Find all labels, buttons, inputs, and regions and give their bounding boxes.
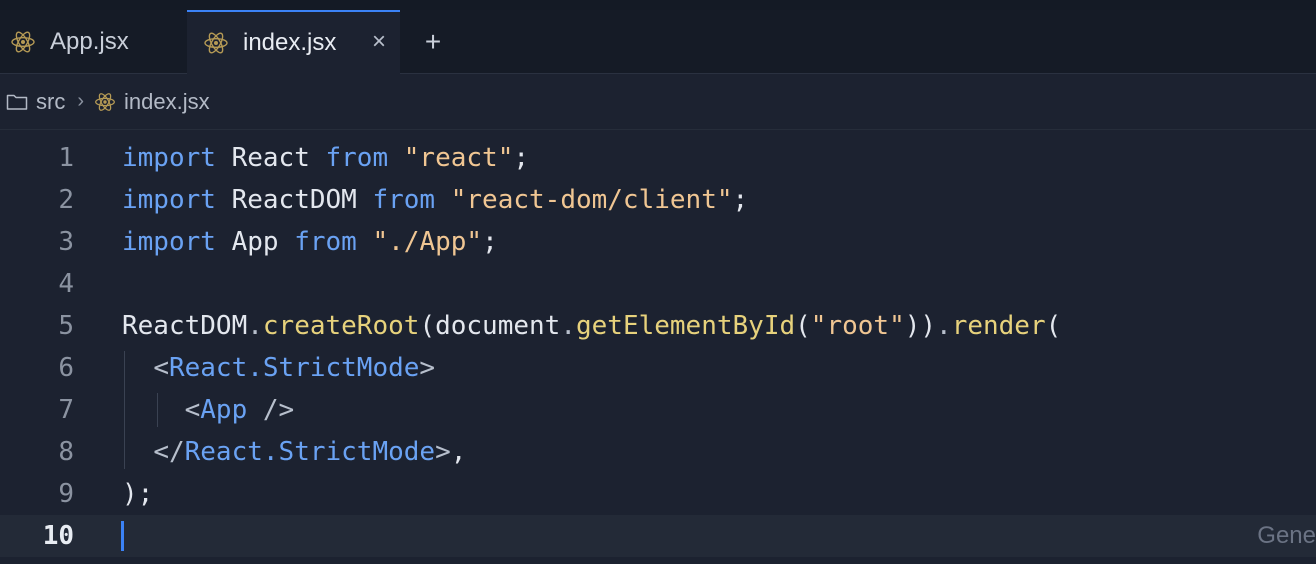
code-editor[interactable]: 1 import React from "react"; 2 import React… [0,137,1316,564]
text-cursor [121,521,124,551]
code-text: <React.StrictMode> [122,347,435,389]
indent-guide [157,393,158,427]
tab-label: App.jsx [50,27,129,55]
code-token: > [419,353,436,383]
line-number: 3 [58,227,74,257]
code-text: ReactDOM.createRoot(document.getElementB… [122,305,1061,347]
line-number: 2 [58,185,74,215]
code-token: "./App" [372,227,483,257]
code-token: (document [419,311,561,341]
code-token: . [247,311,263,341]
line-number: 8 [58,437,74,467]
code-line[interactable]: 8 </React.StrictMode>, [0,431,1316,473]
line-number: 1 [58,143,74,173]
breadcrumb-folder[interactable]: src [36,89,65,115]
react-icon [11,31,35,52]
code-line[interactable]: 7 <App /> [0,389,1316,431]
code-line[interactable]: 6 <React.StrictMode> [0,347,1316,389]
code-token: < [153,353,169,383]
code-token: React.StrictMode [184,437,436,467]
code-token: React.StrictMode [168,353,420,383]
line-number: 6 [58,353,74,383]
tab-label: index.jsx [243,29,337,56]
code-line[interactable]: 4 [0,263,1316,305]
breadcrumb: src › index.jsx [0,74,1316,130]
code-token: import [122,227,216,257]
code-token: ; [732,185,749,215]
code-token: )) [904,311,937,341]
code-token: ( [1045,311,1062,341]
line-number: 10 [42,521,74,551]
code-token: import [122,185,216,215]
code-token: getElementById [575,311,796,341]
code-line[interactable]: 9); [0,473,1316,515]
code-token: . [936,311,952,341]
code-line[interactable]: 2 import ReactDOM from "react-dom/client"… [0,179,1316,221]
code-token: createRoot [262,311,420,341]
code-line[interactable]: 10 Gene [0,515,1316,557]
code-text: import React from "react"; [122,137,529,179]
react-icon [204,32,228,54]
line-number: 7 [58,395,74,425]
code-token: /> [247,395,295,425]
code-line[interactable]: 3 import App from "./App"; [0,221,1316,263]
code-token: "react" [403,143,514,173]
code-text: ); [122,473,153,515]
line-number: 5 [58,311,74,341]
indent-guide [124,351,125,469]
code-token: App [215,227,295,257]
inline-suggestion-hint[interactable]: Gene [1257,515,1316,557]
line-number: 4 [58,269,74,299]
tab-bar: App.jsx index.jsx × [0,10,1316,74]
code-token: ReactDOM [122,311,248,341]
close-icon[interactable]: × [372,30,386,54]
window-top-strip [0,0,1316,10]
code-token: </ [153,437,185,467]
code-text: </React.StrictMode>, [122,431,466,473]
tab-app-jsx[interactable]: App.jsx [0,10,186,73]
code-token: "react-dom/client" [450,185,733,215]
code-token: , [450,437,467,467]
code-token: import [122,143,216,173]
code-token: render [951,311,1046,341]
code-text: <App /> [122,389,295,431]
code-token: from [294,227,357,257]
code-token: . [560,311,576,341]
code-token: ); [122,479,154,509]
code-token: > [435,437,451,467]
code-token: ( [795,311,811,341]
code-token: ReactDOM [215,185,373,215]
code-token: "root" [810,311,905,341]
code-token: ; [482,227,498,257]
code-token: ; [513,143,530,173]
code-line[interactable]: 1 import React from "react"; [0,137,1316,179]
folder-icon [6,94,28,110]
code-text: import App from "./App"; [122,221,498,263]
code-token: < [184,395,201,425]
code-token: from [372,185,436,215]
breadcrumb-separator: › [77,90,84,112]
react-icon [95,92,115,111]
code-token: App [200,395,248,425]
line-number: 9 [58,479,74,509]
code-line[interactable]: 5 ReactDOM.createRoot(document.getElement… [0,305,1316,347]
code-text: import ReactDOM from "react-dom/client"; [122,179,748,221]
code-token: React [215,143,326,173]
tab-index-jsx[interactable]: index.jsx × [187,10,400,74]
add-tab-button[interactable]: + [420,10,446,73]
breadcrumb-file[interactable]: index.jsx [124,89,210,115]
code-token: from [325,143,389,173]
